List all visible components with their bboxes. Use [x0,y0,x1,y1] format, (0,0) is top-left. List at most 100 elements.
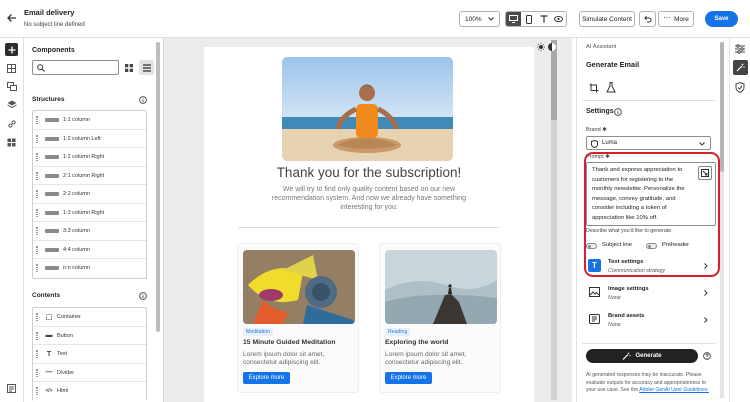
text-settings-row[interactable]: T Text settings Communication strategy [586,259,712,281]
structure-item[interactable]: 1:3 column Right [33,204,146,222]
structure-item[interactable]: 1:2 column Right [33,148,146,167]
structure-item[interactable]: 1:2 column Left [33,130,146,148]
mobile-view-icon[interactable] [521,12,536,26]
components-panel: Components Structures 1:1 column 1:2 colu… [24,38,164,402]
drag-handle-icon[interactable] [36,171,38,180]
list-view-icon[interactable] [139,60,154,75]
layers-icon[interactable] [5,98,18,111]
explore-more-button[interactable]: Explore more [385,372,432,384]
drag-handle-icon[interactable] [36,313,38,321]
flask-icon[interactable] [606,82,616,93]
shield-icon[interactable] [735,82,745,93]
structure-label: n:n column [63,265,90,271]
structure-item[interactable]: 2:1 column Right [33,167,146,185]
drag-handle-icon[interactable] [36,368,38,377]
subject-line-toggle[interactable] [586,243,597,249]
drag-handle-icon[interactable] [36,190,38,198]
card-title: 15 Minute Guided Meditation [243,339,336,346]
more-button[interactable]: ··· More [658,11,694,27]
brand-assets-icon [589,314,600,324]
content-item[interactable]: ⬚ Container [33,308,146,327]
content-item[interactable]: — Divider [33,364,146,382]
html-icon: </> [45,388,53,394]
back-arrow-icon[interactable] [6,12,18,24]
drag-handle-icon[interactable] [36,387,38,395]
brand-assets-row[interactable]: Brand assets None [586,313,712,335]
structure-item[interactable]: 1:1 column [33,111,146,130]
image-settings-row[interactable]: Image settings None [586,286,712,308]
structure-label: 1:2 column Left [63,135,101,142]
preheader-label: Preheader [662,242,690,248]
contents-title: Contents [32,292,61,299]
assets-icon[interactable] [5,80,18,93]
layout-icon[interactable] [5,62,18,75]
text-settings-title: Text settings [608,259,644,265]
drag-handle-icon[interactable] [36,227,38,235]
add-icon[interactable] [5,43,18,56]
components-search-input[interactable] [32,60,119,75]
drag-handle-icon[interactable] [36,208,38,217]
button-icon: ▬ [45,332,53,339]
help-icon[interactable] [703,352,711,360]
preheader-toggle[interactable] [646,243,657,249]
drag-handle-icon[interactable] [36,331,38,340]
left-rail [0,38,24,402]
hero-meditation-image[interactable] [282,57,453,161]
structures-title: Structures [32,96,65,103]
preview-eye-icon[interactable] [551,12,566,26]
content-item[interactable]: ▬ Button [33,327,146,345]
components-scrollbar[interactable] [156,42,160,332]
info-icon[interactable] [139,292,147,300]
structure-item[interactable]: n:n column [33,259,146,278]
brand-select[interactable]: Luma [586,136,711,150]
drag-handle-icon[interactable] [36,153,38,161]
email-body[interactable]: Thank you for the subscription! We will … [204,47,534,402]
brand-assets-title: Brand assets [608,313,645,319]
text-icon: T [46,350,52,358]
save-button[interactable]: Save [705,11,738,27]
card-reading[interactable]: Reading Exploring the world Lorem ipsum … [379,243,501,393]
link-icon[interactable] [5,117,18,130]
prompt-textarea[interactable]: Thank and express appreciation to custom… [586,162,716,226]
sliders-icon[interactable] [734,44,746,54]
theme-toggle-icon[interactable] [537,42,557,52]
ai-assistant-icon[interactable] [733,60,748,75]
settings-panel-icon[interactable] [5,382,18,395]
desktop-view-icon[interactable] [506,12,521,26]
image-settings-title: Image settings [608,286,649,292]
expand-prompt-icon[interactable] [698,166,712,180]
info-icon[interactable] [614,108,622,116]
crop-icon[interactable] [589,83,599,93]
column-layout-icon [45,173,59,178]
drag-handle-icon[interactable] [36,350,38,358]
structure-item[interactable]: 4:4 column [33,241,146,259]
undo-history-button[interactable] [639,11,656,27]
ai-section-label: AI Assistant [586,44,617,50]
content-item[interactable]: T Text [33,345,146,364]
drag-handle-icon[interactable] [36,116,38,124]
structure-item[interactable]: 2:2 column [33,185,146,204]
ai-title: Generate Email [586,60,640,69]
drag-handle-icon[interactable] [36,264,38,272]
ai-disclaimer: AI generated responses may be inaccurate… [586,372,714,395]
generate-button[interactable]: Generate [586,349,698,363]
content-item[interactable]: </> Html [33,382,146,401]
zoom-select[interactable]: 100% [459,11,500,27]
drag-handle-icon[interactable] [36,245,38,254]
fragments-icon[interactable] [5,136,18,149]
shield-icon [591,140,598,148]
ai-panel-scrollbar[interactable] [720,42,724,398]
info-icon[interactable] [139,96,147,104]
simulate-content-button[interactable]: Simulate Content [579,11,635,27]
guidelines-link[interactable]: Adobe GenAI User Guidelines. [639,387,709,393]
canvas-scrollbar[interactable] [551,40,557,400]
ai-assistant-panel: AI Assistant Generate Email Settings Bra… [582,38,720,402]
structure-item[interactable]: 3:3 column [33,222,146,241]
explore-more-button[interactable]: Explore more [243,372,290,384]
top-bar: Email delivery No subject line defined 1… [0,0,750,38]
card-meditation[interactable]: Meditation 15 Minute Guided Meditation L… [237,243,359,393]
column-layout-icon [45,155,59,159]
drag-handle-icon[interactable] [36,134,38,143]
grid-view-icon[interactable] [123,62,135,74]
text-view-icon[interactable] [536,12,551,26]
